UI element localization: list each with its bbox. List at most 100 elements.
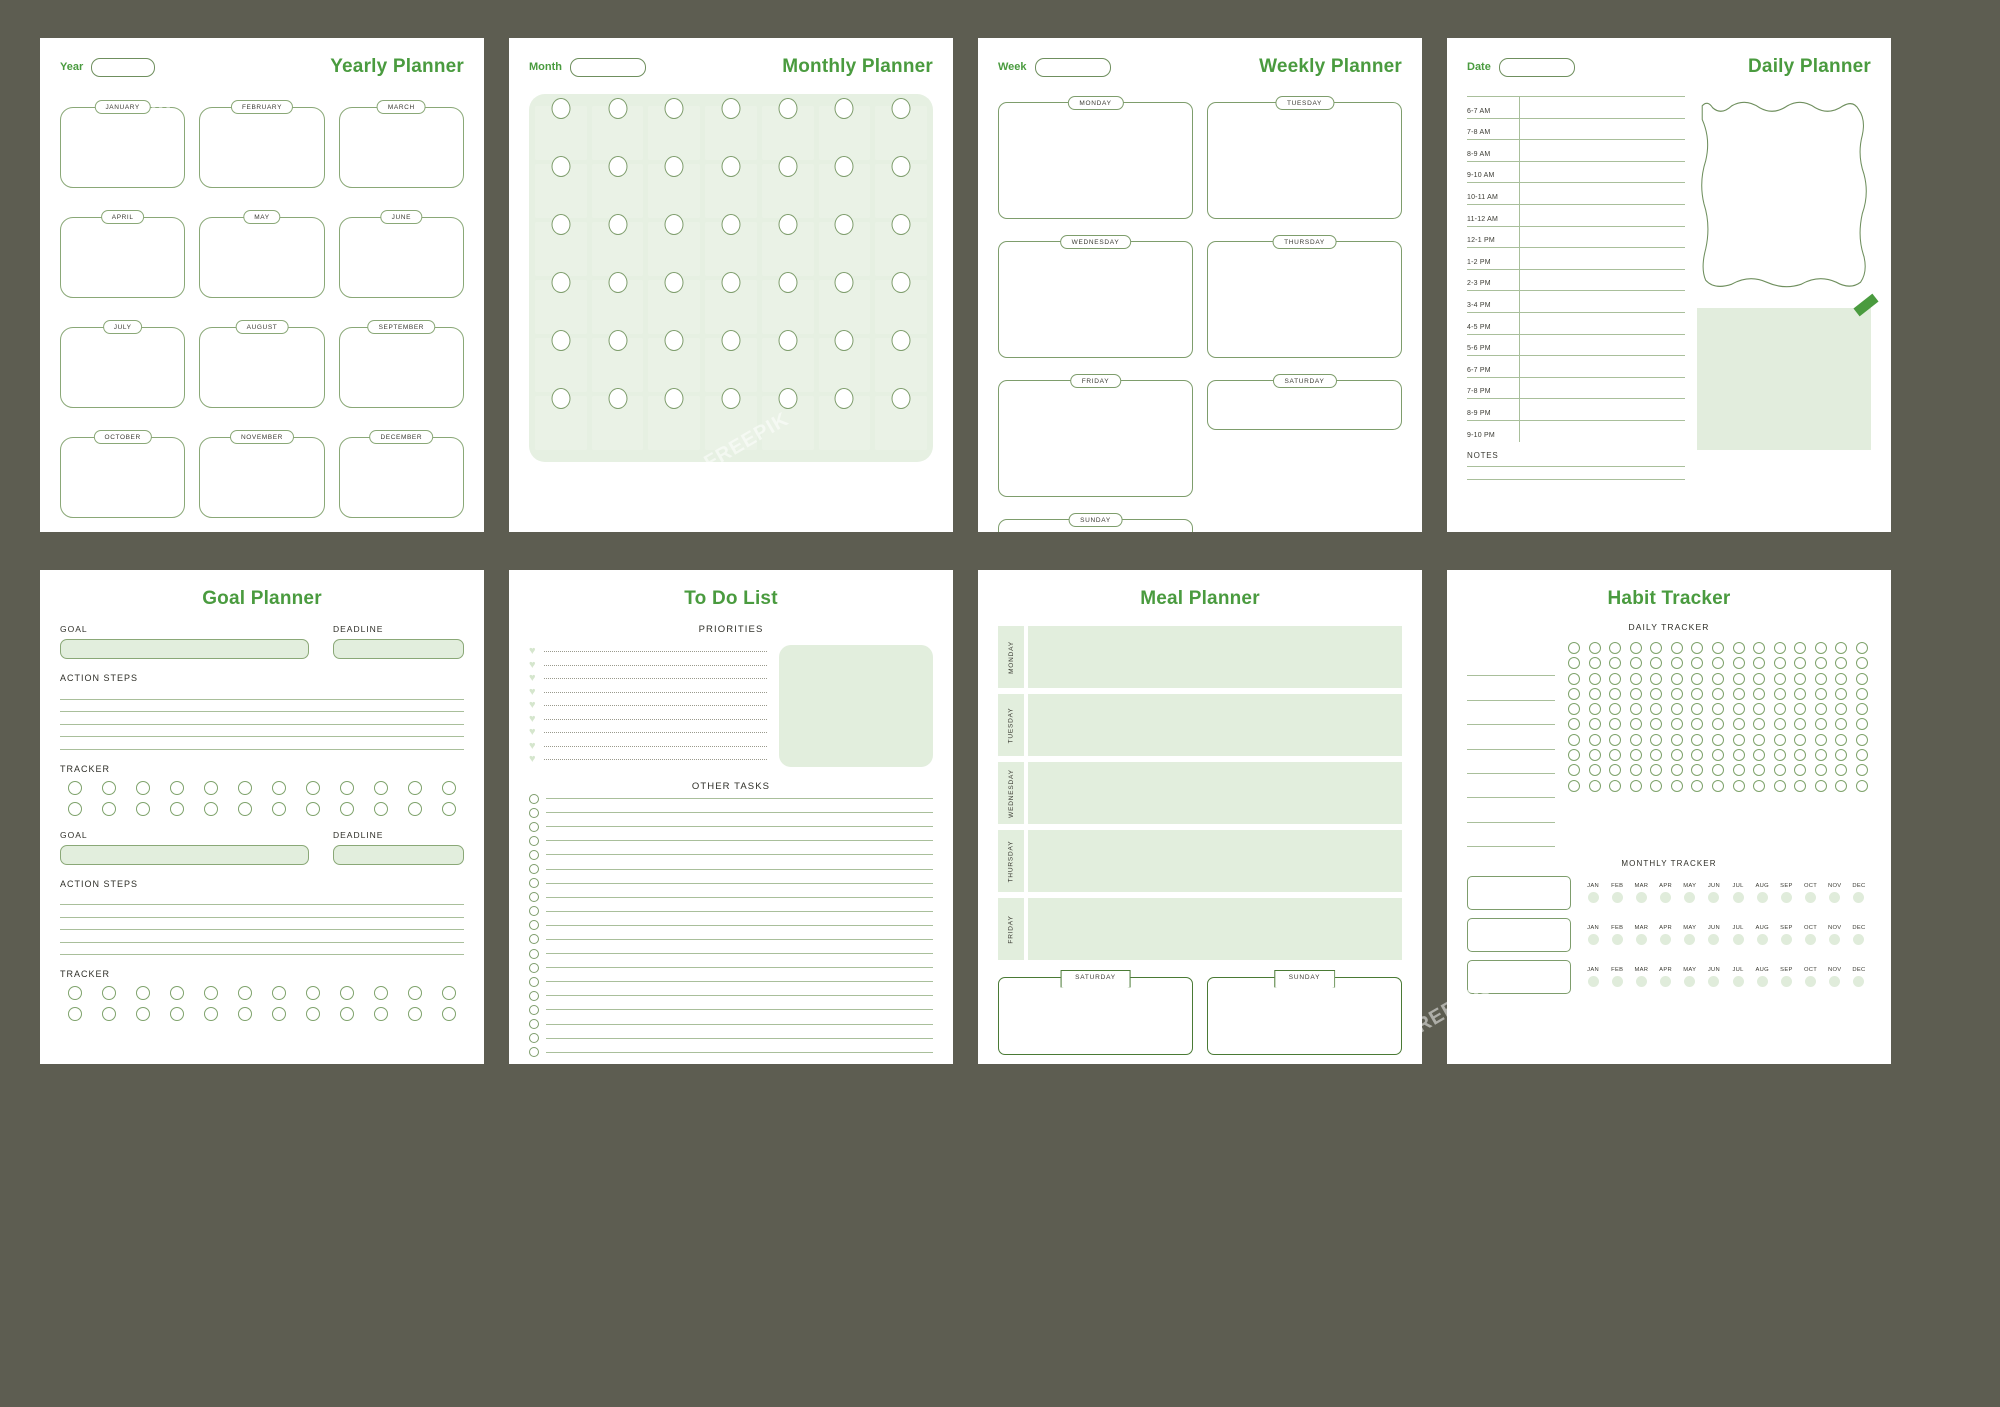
habit-dot[interactable] (1732, 642, 1745, 654)
monthly-month-dot[interactable] (1829, 892, 1841, 904)
habit-dot[interactable] (1835, 749, 1848, 762)
other-task-line[interactable] (546, 1009, 933, 1011)
monthly-month-dot[interactable] (1805, 892, 1817, 904)
monthly-month-dot[interactable] (1732, 934, 1744, 946)
habit-name-line[interactable] (1467, 725, 1555, 750)
month-day-cell[interactable] (818, 338, 871, 392)
action-step-line[interactable] (60, 943, 464, 955)
monthly-month-dot[interactable] (1635, 892, 1647, 904)
habit-dot[interactable] (1568, 733, 1581, 746)
habit-dot[interactable] (1753, 718, 1766, 731)
habit-dot[interactable] (1794, 672, 1807, 685)
habit-dot[interactable] (1609, 764, 1622, 777)
month-day-cell[interactable] (591, 222, 644, 276)
weekday-box[interactable]: SUNDAY (998, 513, 1193, 532)
month-day-cell[interactable] (535, 338, 587, 392)
time-slot-row[interactable]: 5-6 PM (1467, 333, 1685, 356)
monthly-month-dot[interactable] (1684, 892, 1696, 904)
tracker-dot[interactable] (442, 801, 456, 816)
habit-dot[interactable] (1794, 749, 1807, 762)
habit-dot[interactable] (1670, 672, 1683, 685)
month-day-cell[interactable] (648, 106, 701, 160)
habit-dot[interactable] (1753, 733, 1766, 746)
other-task-item[interactable] (529, 932, 933, 946)
habit-dot[interactable] (1855, 749, 1868, 762)
habit-dot[interactable] (1691, 672, 1704, 685)
other-task-item[interactable] (529, 1031, 933, 1045)
monthly-month-dot[interactable] (1756, 976, 1768, 988)
habit-dot[interactable] (1814, 657, 1827, 670)
habit-dot[interactable] (1794, 733, 1807, 746)
habit-name-line[interactable] (1467, 652, 1555, 677)
other-task-line[interactable] (546, 812, 933, 814)
habit-dot[interactable] (1670, 764, 1683, 777)
checkbox-circle-icon[interactable] (529, 878, 539, 889)
other-task-line[interactable] (546, 882, 933, 884)
month-day-cell[interactable] (818, 222, 871, 276)
tracker-dot[interactable] (68, 986, 82, 1000)
habit-dot[interactable] (1855, 764, 1868, 777)
habit-name-line[interactable] (1467, 798, 1555, 823)
time-slot-row[interactable]: 3-4 PM (1467, 290, 1685, 312)
priority-item[interactable]: ♥ (529, 672, 768, 686)
other-task-item[interactable] (529, 1045, 933, 1059)
month-box[interactable]: MAY (199, 210, 325, 298)
time-slot-line[interactable] (1519, 204, 1685, 226)
habit-dot[interactable] (1753, 749, 1766, 762)
habit-dot[interactable] (1753, 657, 1766, 670)
tracker-dot[interactable] (374, 986, 388, 1000)
other-task-line[interactable] (546, 1051, 933, 1053)
habit-dot[interactable] (1588, 749, 1601, 762)
month-box[interactable]: JUNE (338, 210, 464, 298)
habit-dot[interactable] (1588, 657, 1601, 670)
month-day-cell[interactable] (648, 222, 701, 276)
habit-dot[interactable] (1753, 672, 1766, 685)
habit-dot[interactable] (1650, 703, 1663, 716)
habit-dot[interactable] (1794, 764, 1807, 777)
time-slot-row[interactable]: 6-7 PM (1467, 355, 1685, 377)
habit-dot[interactable] (1588, 642, 1601, 654)
monthly-habit-input[interactable] (1467, 960, 1571, 995)
habit-dot[interactable] (1650, 749, 1663, 762)
monthly-month-dot[interactable] (1853, 976, 1865, 988)
habit-dot[interactable] (1568, 703, 1581, 716)
time-slot-line[interactable] (1519, 399, 1685, 420)
habit-dot[interactable] (1629, 733, 1642, 746)
tracker-dot[interactable] (136, 801, 150, 816)
priority-item[interactable]: ♥ (529, 659, 768, 673)
action-step-line[interactable] (60, 930, 464, 943)
month-box[interactable]: DECEMBER (338, 430, 464, 518)
habit-dot[interactable] (1711, 672, 1724, 685)
action-step-line[interactable] (60, 712, 464, 725)
monthly-month-dot[interactable] (1684, 976, 1696, 988)
habit-dot[interactable] (1568, 718, 1581, 731)
habit-dot[interactable] (1568, 779, 1581, 792)
action-step-line[interactable] (60, 700, 464, 712)
time-slot-row[interactable]: 8-9 AM (1467, 139, 1685, 161)
month-day-cell[interactable] (535, 396, 587, 450)
weekday-box[interactable]: MONDAY (998, 96, 1193, 219)
habit-dot[interactable] (1814, 703, 1827, 716)
checkbox-circle-icon[interactable] (529, 835, 539, 846)
priority-item[interactable]: ♥ (529, 753, 768, 767)
priority-write-line[interactable] (544, 691, 768, 693)
month-box[interactable]: JULY (60, 320, 186, 408)
tracker-dot[interactable] (272, 1007, 286, 1021)
habit-dot[interactable] (1609, 687, 1622, 700)
habit-dot[interactable] (1629, 642, 1642, 654)
tracker-dot[interactable] (408, 986, 422, 1000)
month-day-cell[interactable] (761, 164, 814, 218)
habit-dot[interactable] (1753, 703, 1766, 716)
other-task-line[interactable] (546, 995, 933, 997)
action-step-line[interactable] (60, 918, 464, 930)
month-day-cell[interactable] (648, 280, 701, 334)
checkbox-circle-icon[interactable] (529, 948, 539, 959)
time-slot-row[interactable]: 9-10 PM (1467, 419, 1685, 442)
monthly-month-dot[interactable] (1635, 934, 1647, 946)
habit-dot[interactable] (1855, 642, 1868, 654)
other-task-line[interactable] (546, 1037, 933, 1039)
tracker-dot[interactable] (136, 986, 150, 1000)
time-slot-line[interactable] (1519, 334, 1685, 356)
habit-dot[interactable] (1650, 642, 1663, 654)
habit-dot[interactable] (1691, 764, 1704, 777)
